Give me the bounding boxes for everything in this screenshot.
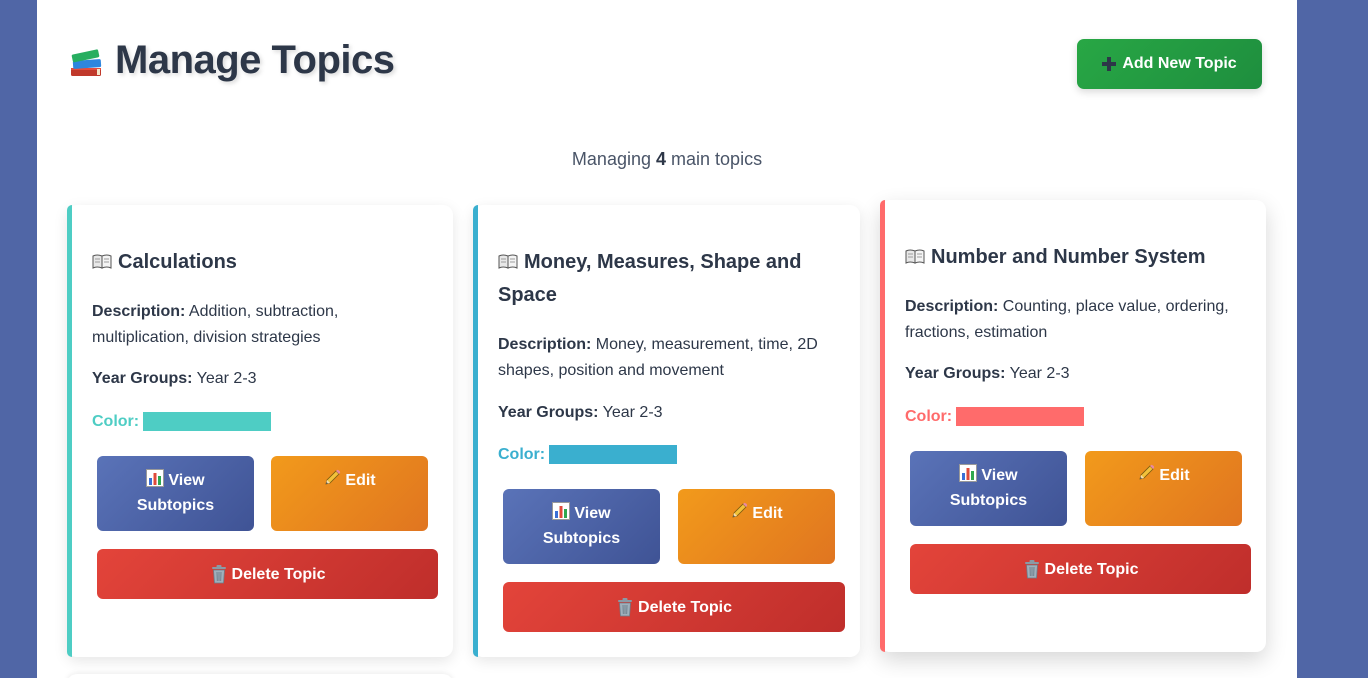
topic-card-partial [67, 674, 453, 678]
books-icon [67, 41, 107, 81]
topic-description: Description: Money, measurement, time, 2… [498, 336, 818, 379]
topic-title: Money, Measures, Shape and Space [498, 251, 802, 306]
color-swatch [143, 412, 272, 431]
book-icon [905, 249, 925, 264]
view-subtopics-button[interactable]: View Subtopics [97, 456, 254, 531]
pencil-icon [730, 502, 748, 520]
delete-topic-button[interactable]: Delete Topic [503, 582, 845, 632]
edit-topic-button[interactable]: Edit [1085, 451, 1242, 526]
delete-topic-button[interactable]: Delete Topic [910, 544, 1251, 594]
topics-summary: Managing 4 main topics [37, 149, 1297, 170]
add-new-topic-button[interactable]: Add New Topic [1077, 39, 1262, 89]
edit-topic-button[interactable]: Edit [678, 489, 835, 564]
topic-card: Calculations Description: Addition, subt… [67, 205, 453, 657]
summary-prefix: Managing [571, 149, 651, 169]
bar-chart-icon [959, 464, 977, 482]
view-subtopics-button[interactable]: View Subtopics [910, 451, 1067, 526]
bar-chart-icon [146, 469, 164, 487]
topic-title: Calculations [92, 246, 437, 279]
card-accent [473, 205, 478, 657]
plus-icon [1102, 57, 1117, 71]
trash-icon [210, 564, 228, 584]
topic-color: Color: [92, 412, 272, 431]
topic-title: Number and Number System [905, 241, 1250, 274]
topic-count: 4 [656, 149, 667, 169]
topic-card: Money, Measures, Shape and Space Descrip… [473, 205, 860, 657]
book-icon [498, 254, 518, 269]
topic-card: Number and Number System Description: Co… [880, 200, 1266, 652]
page-header: Manage Topics [67, 38, 395, 83]
summary-suffix: main topics [671, 149, 763, 169]
card-accent [880, 200, 885, 652]
add-new-topic-label: Add New Topic [1122, 55, 1237, 72]
trash-icon [616, 597, 634, 617]
main-panel: Manage Topics Add New Topic Managing 4 m… [37, 0, 1297, 678]
card-accent [67, 205, 72, 657]
topic-color: Color: [905, 407, 1085, 426]
topic-color: Color: [498, 445, 678, 464]
trash-icon [1023, 559, 1041, 579]
topic-description: Description: Addition, subtraction, mult… [92, 303, 339, 346]
pencil-icon [323, 469, 341, 487]
pencil-icon [1137, 464, 1155, 482]
topic-year-groups: Year Groups: Year 2-3 [92, 370, 257, 387]
page-title: Manage Topics [115, 38, 395, 82]
edit-topic-button[interactable]: Edit [271, 456, 428, 531]
topic-description: Description: Counting, place value, orde… [905, 298, 1229, 341]
color-swatch [549, 445, 678, 464]
book-icon [92, 254, 112, 269]
topic-year-groups: Year Groups: Year 2-3 [498, 404, 663, 421]
view-subtopics-button[interactable]: View Subtopics [503, 489, 660, 564]
color-swatch [956, 407, 1085, 426]
topic-year-groups: Year Groups: Year 2-3 [905, 365, 1070, 382]
bar-chart-icon [552, 502, 570, 520]
delete-topic-button[interactable]: Delete Topic [97, 549, 438, 599]
